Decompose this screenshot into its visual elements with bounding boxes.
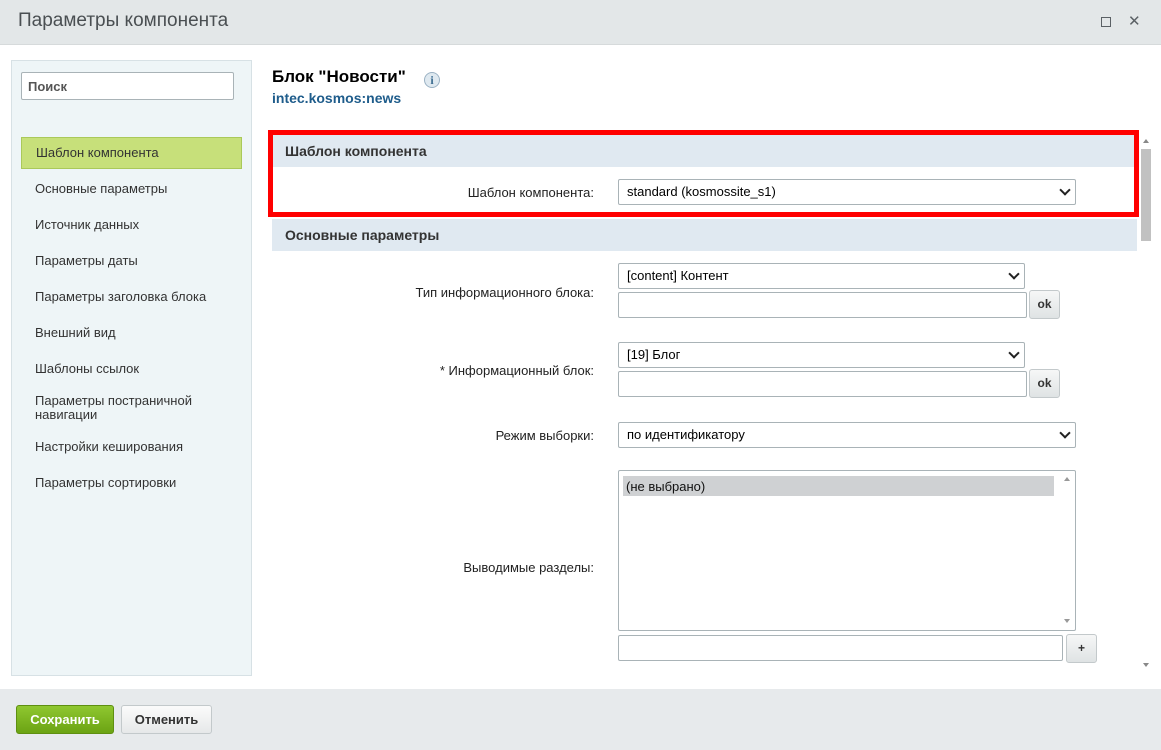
iblock-ok-button[interactable]: ok: [1029, 369, 1060, 398]
sidebar-item-appearance[interactable]: Внешний вид: [21, 317, 242, 349]
template-select[interactable]: standard (kosmossite_s1): [618, 179, 1076, 205]
sidebar-item-block-header[interactable]: Параметры заголовка блока: [21, 281, 242, 313]
sidebar-item-link-templates[interactable]: Шаблоны ссылок: [21, 353, 242, 385]
iblock-type-input[interactable]: [618, 292, 1027, 318]
sidebar-item-template[interactable]: Шаблон компонента: [21, 137, 242, 169]
scroll-up-icon[interactable]: [1143, 139, 1149, 143]
close-icon[interactable]: ✕: [1128, 12, 1141, 32]
iblock-type-label: Тип информационного блока:: [415, 285, 594, 300]
sidebar-item-main-params[interactable]: Основные параметры: [21, 173, 242, 205]
mode-select-value: по идентификатору: [627, 427, 745, 442]
list-item[interactable]: (не выбрано): [623, 476, 1054, 496]
chevron-down-icon: [1008, 347, 1020, 359]
scroll-down-icon[interactable]: [1064, 619, 1070, 623]
component-parameters-dialog: Параметры компонента ✕ Шаблон компонента…: [0, 0, 1161, 750]
template-label: Шаблон компонента:: [467, 185, 594, 200]
component-title: Блок "Новости": [272, 67, 406, 86]
dialog-titlebar: Параметры компонента ✕: [0, 0, 1161, 45]
sidebar-item-date-params[interactable]: Параметры даты: [21, 245, 242, 277]
sections-add-button[interactable]: +: [1066, 634, 1097, 663]
iblock-input[interactable]: [618, 371, 1027, 397]
iblock-select[interactable]: [19] Блог: [618, 342, 1025, 368]
search-input[interactable]: [21, 72, 234, 100]
mode-label: Режим выборки:: [495, 428, 594, 443]
mode-select[interactable]: по идентификатору: [618, 422, 1076, 448]
scrollbar-thumb[interactable]: [1141, 149, 1151, 241]
chevron-down-icon: [1008, 268, 1020, 280]
iblock-type-ok-button[interactable]: ok: [1029, 290, 1060, 319]
cancel-button[interactable]: Отменить: [121, 705, 212, 734]
sections-listbox[interactable]: (не выбрано): [618, 470, 1076, 631]
parameters-panel: Шаблон компонента Шаблон компонента: sta…: [272, 135, 1137, 675]
section-header-template: Шаблон компонента: [272, 135, 1137, 167]
dialog-title: Параметры компонента: [18, 10, 229, 31]
save-button[interactable]: Сохранить: [16, 705, 114, 734]
sidebar-item-sorting[interactable]: Параметры сортировки: [21, 467, 242, 499]
component-code: intec.kosmos:news: [272, 90, 402, 106]
chevron-down-icon: [1059, 427, 1071, 439]
sidebar-item-data-source[interactable]: Источник данных: [21, 209, 242, 241]
sidebar: Шаблон компонента Основные параметры Ист…: [11, 60, 252, 676]
iblock-type-select[interactable]: [content] Контент: [618, 263, 1025, 289]
sidebar-nav: Шаблон компонента Основные параметры Ист…: [21, 137, 242, 503]
scroll-up-icon[interactable]: [1064, 477, 1070, 481]
listbox-scrollbar[interactable]: [1061, 473, 1073, 627]
maximize-icon[interactable]: [1101, 17, 1111, 27]
sidebar-item-caching[interactable]: Настройки кеширования: [21, 431, 242, 463]
chevron-down-icon: [1059, 184, 1071, 196]
iblock-type-select-value: [content] Контент: [627, 268, 729, 283]
scroll-down-icon[interactable]: [1143, 663, 1149, 667]
panel-scrollbar[interactable]: [1138, 135, 1154, 675]
iblock-select-value: [19] Блог: [627, 347, 681, 362]
sidebar-item-pagination[interactable]: Параметры постраничной навигации: [21, 389, 242, 427]
iblock-label: * Информационный блок:: [439, 363, 594, 378]
dialog-footer: Сохранить Отменить: [0, 689, 1161, 750]
sections-add-input[interactable]: [618, 635, 1063, 661]
template-select-value: standard (kosmossite_s1): [627, 184, 776, 199]
sections-label: Выводимые разделы:: [463, 560, 594, 575]
info-icon[interactable]: i: [424, 72, 440, 88]
section-header-main: Основные параметры: [272, 219, 1137, 251]
